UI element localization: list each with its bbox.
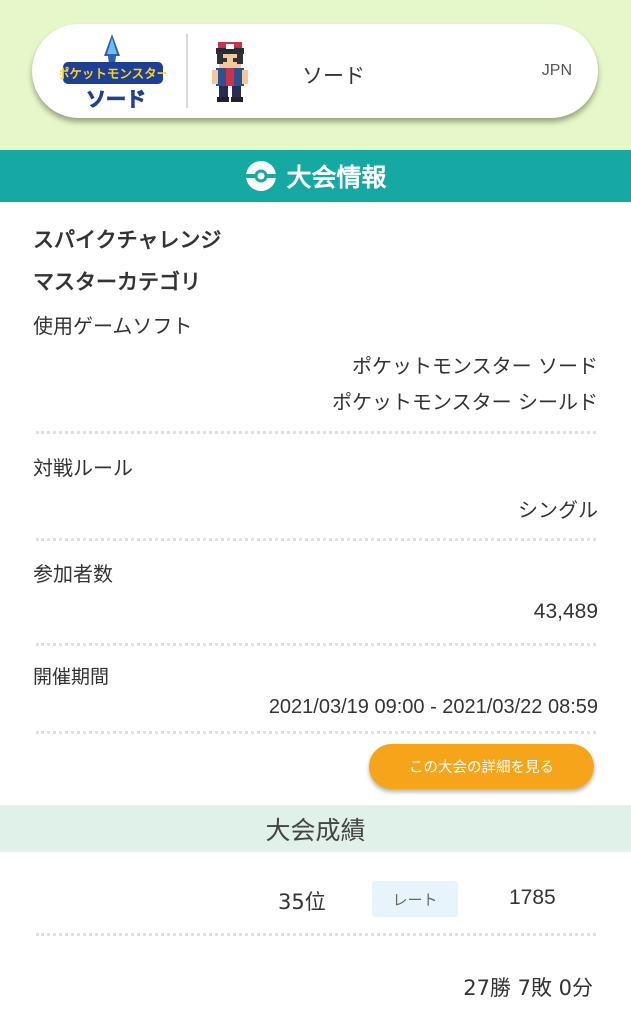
participants-value: 43,489 <box>533 600 598 623</box>
tournament-name: スパイクチャレンジ <box>33 228 222 252</box>
results-title: 大会成績 <box>265 815 366 845</box>
rank-value: 35位 <box>278 890 326 914</box>
win-loss-record: 27勝 7敗 0分 <box>463 976 593 1000</box>
rate-label: レート <box>392 890 438 909</box>
software-value-sword: ポケットモンスター ソード <box>352 354 598 378</box>
tournament-info-header: 大会情報 <box>0 150 631 202</box>
region-code: JPN <box>541 62 572 79</box>
pokeball-icon <box>246 161 277 191</box>
divider <box>36 643 596 646</box>
tournament-category: マスターカテゴリ <box>33 270 201 294</box>
divider <box>36 431 596 434</box>
section-title: 大会情報 <box>286 163 387 192</box>
tournament-detail-button[interactable]: この大会の詳細を見る <box>369 744 594 789</box>
rate-badge: レート <box>372 881 458 917</box>
software-value-shield: ポケットモンスター シールド <box>332 390 598 414</box>
rule-value: シングル <box>518 498 598 522</box>
svg-text:ソード: ソード <box>86 87 146 111</box>
sword-game-logo: ポケットモンスター ソード <box>60 34 166 112</box>
rule-label: 対戦ルール <box>33 456 133 480</box>
period-value: 2021/03/19 09:00 - 2021/03/22 08:59 <box>268 696 598 718</box>
divider <box>36 538 596 541</box>
period-label: 開催期間 <box>33 666 110 688</box>
software-label: 使用ゲームソフト <box>33 314 193 338</box>
top-banner: ポケットモンスター ソード ソード JPN <box>0 0 631 150</box>
participants-label: 参加者数 <box>33 562 113 586</box>
divider <box>36 731 596 734</box>
player-card: ポケットモンスター ソード ソード JPN <box>32 24 598 118</box>
divider <box>36 933 596 936</box>
game-version: ソード <box>302 64 365 88</box>
card-divider <box>186 34 188 108</box>
trainer-avatar <box>212 42 248 102</box>
rate-value: 1785 <box>509 886 556 909</box>
svg-text:ポケットモンスター: ポケットモンスター <box>60 66 166 81</box>
results-header: 大会成績 <box>0 805 631 852</box>
